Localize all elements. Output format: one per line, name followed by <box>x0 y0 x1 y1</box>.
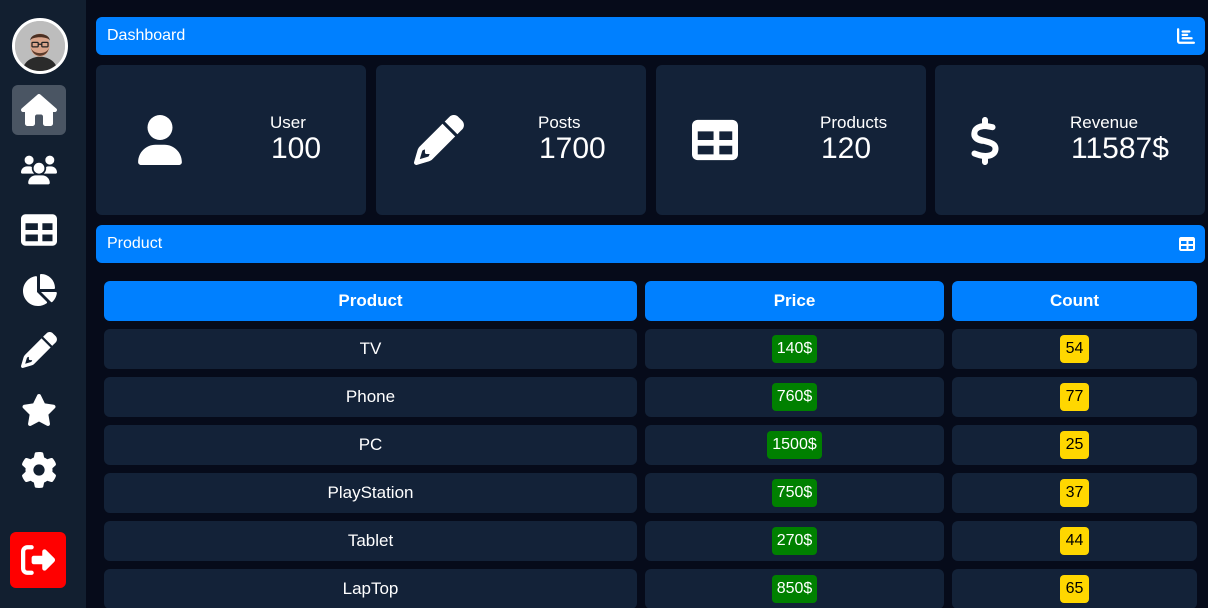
sidebar-item-users[interactable] <box>12 145 66 195</box>
stat-card-products: Products 120 <box>656 65 926 215</box>
price-badge: 270$ <box>771 527 818 555</box>
count-cell: 37 <box>952 473 1197 513</box>
users-icon <box>21 155 57 185</box>
count-cell: 54 <box>952 329 1197 369</box>
table-icon <box>692 117 738 163</box>
table-row[interactable]: PC 1500$ 25 <box>104 425 1197 465</box>
price-badge: 1500$ <box>767 431 822 459</box>
pencil-icon <box>414 114 464 165</box>
sidebar-item-favorites[interactable] <box>12 385 66 435</box>
sidebar-item-table[interactable] <box>12 205 66 255</box>
sidebar <box>0 0 86 608</box>
product-name-cell: Tablet <box>104 521 637 561</box>
table-row[interactable]: TV 140$ 54 <box>104 329 1197 369</box>
stat-value: 1700 <box>539 132 606 165</box>
gear-icon <box>22 452 56 488</box>
product-title: Product <box>107 235 163 252</box>
product-name-cell: PC <box>104 425 637 465</box>
count-badge: 65 <box>1059 575 1090 603</box>
count-badge: 37 <box>1059 479 1090 507</box>
table-row[interactable]: Phone 760$ 77 <box>104 377 1197 417</box>
stat-value: 11587$ <box>1071 132 1169 165</box>
table-icon <box>21 214 57 246</box>
pencil-icon <box>21 332 57 368</box>
column-header-count[interactable]: Count <box>952 281 1197 321</box>
sidebar-item-chart[interactable] <box>12 265 66 315</box>
table-row[interactable]: Tablet 270$ 44 <box>104 521 1197 561</box>
price-cell: 270$ <box>645 521 944 561</box>
count-badge: 25 <box>1059 431 1090 459</box>
stat-value: 100 <box>271 132 322 165</box>
count-badge: 54 <box>1059 335 1090 363</box>
dashboard-title: Dashboard <box>107 27 186 44</box>
stat-card-revenue: Revenue 11587$ <box>935 65 1205 215</box>
count-cell: 65 <box>952 569 1197 608</box>
stat-label: User <box>270 113 306 132</box>
price-cell: 850$ <box>645 569 944 608</box>
price-cell: 760$ <box>645 377 944 417</box>
price-badge: 760$ <box>771 383 818 411</box>
count-badge: 44 <box>1059 527 1090 555</box>
column-header-product[interactable]: Product <box>104 281 637 321</box>
product-name-cell: PlayStation <box>104 473 637 513</box>
user-icon <box>135 115 185 165</box>
sidebar-item-settings[interactable] <box>12 445 66 495</box>
table-header-row: Product Price Count <box>104 281 1197 321</box>
dashboard-header: Dashboard <box>96 17 1205 55</box>
price-cell: 140$ <box>645 329 944 369</box>
table-icon <box>1179 237 1195 251</box>
product-name-cell: Phone <box>104 377 637 417</box>
stat-card-user: User 100 <box>96 65 366 215</box>
star-icon <box>22 394 56 427</box>
price-cell: 1500$ <box>645 425 944 465</box>
stat-value: 120 <box>821 132 872 165</box>
sidebar-item-home[interactable] <box>12 85 66 135</box>
price-badge: 140$ <box>771 335 818 363</box>
count-cell: 77 <box>952 377 1197 417</box>
table-row[interactable]: LapTop 850$ 65 <box>104 569 1197 608</box>
price-badge: 850$ <box>771 575 818 603</box>
stat-label: Products <box>820 113 888 132</box>
price-badge: 750$ <box>771 479 818 507</box>
product-name-cell: TV <box>104 329 637 369</box>
sidebar-item-posts[interactable] <box>12 325 66 375</box>
chart-bar-icon <box>1177 28 1195 44</box>
logout-button[interactable] <box>10 532 66 588</box>
product-header: Product <box>96 225 1205 263</box>
count-cell: 25 <box>952 425 1197 465</box>
avatar[interactable] <box>12 18 68 74</box>
count-cell: 44 <box>952 521 1197 561</box>
table-row[interactable]: PlayStation 750$ 37 <box>104 473 1197 513</box>
dashboard-app: Dashboard User 100 Posts 1700 Products 1… <box>0 0 1208 608</box>
pie-chart-icon <box>23 274 57 306</box>
product-name-cell: LapTop <box>104 569 637 608</box>
stat-label: Posts <box>538 113 581 132</box>
price-cell: 750$ <box>645 473 944 513</box>
column-header-price[interactable]: Price <box>645 281 944 321</box>
sign-out-icon <box>21 545 55 575</box>
stat-label: Revenue <box>1070 113 1139 132</box>
home-icon <box>21 94 57 126</box>
dollar-icon <box>970 117 1000 165</box>
stat-card-posts: Posts 1700 <box>376 65 646 215</box>
count-badge: 77 <box>1059 383 1090 411</box>
